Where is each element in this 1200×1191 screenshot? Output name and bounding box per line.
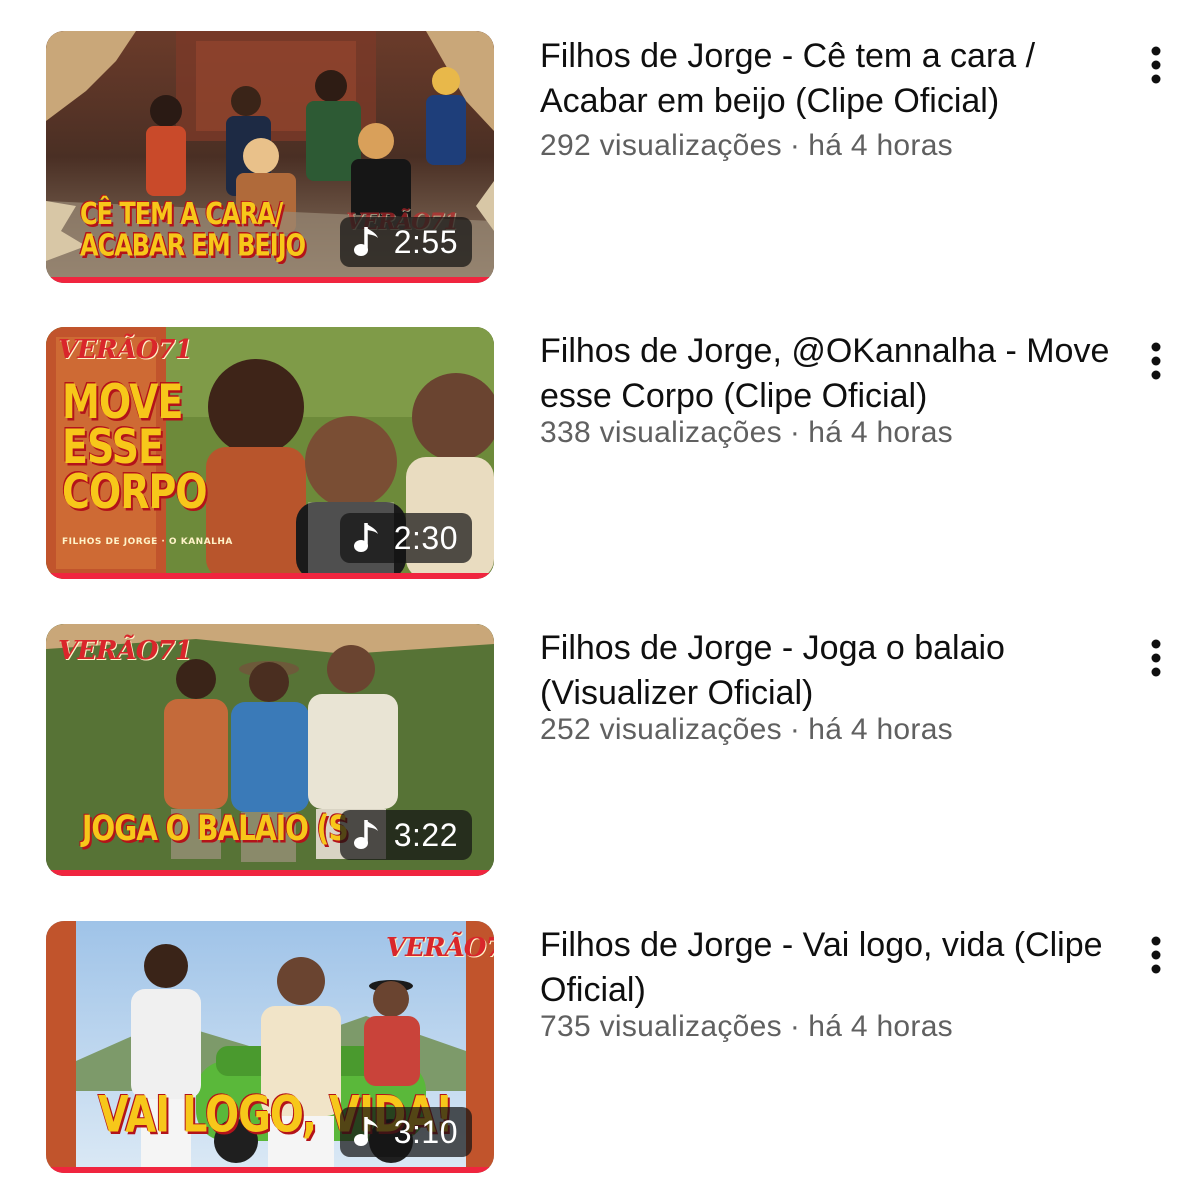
video-item[interactable]: VERÃO71 MOVE ESSE CORPO FILHOS DE JORGE … bbox=[0, 327, 1200, 597]
thumbnail-credits: FILHOS DE JORGE · O KANALHA bbox=[62, 537, 233, 547]
video-title[interactable]: Filhos de Jorge - Cê tem a cara / Acabar… bbox=[540, 34, 1130, 124]
view-count: 338 visualizações bbox=[540, 416, 782, 449]
upload-age: há 4 horas bbox=[808, 1010, 953, 1043]
separator: · bbox=[789, 416, 801, 449]
video-meta: Filhos de Jorge - Cê tem a cara / Acabar… bbox=[540, 34, 1130, 164]
video-stats: 292 visualizações · há 4 horas bbox=[540, 128, 1130, 164]
video-title[interactable]: Filhos de Jorge, @OKannalha - Move esse … bbox=[540, 329, 1130, 419]
watch-progress-bar bbox=[46, 573, 494, 579]
duration-text: 2:30 bbox=[393, 519, 458, 556]
video-item[interactable]: VERÃO71 VAI LOGO, VIDA! 3:10 Filhos de J… bbox=[0, 921, 1200, 1191]
duration-text: 3:10 bbox=[393, 1113, 458, 1150]
video-title[interactable]: Filhos de Jorge - Vai logo, vida (Clipe … bbox=[540, 923, 1130, 1013]
video-list: CÊ TEM A CARA/ ACABAR EM BEIJO VERÃO71 2… bbox=[0, 0, 1200, 1185]
thumbnail-caption: CÊ TEM A CARA/ ACABAR EM BEIJO bbox=[80, 196, 306, 263]
video-thumbnail[interactable]: VERÃO71 JOGA O BALAIO (S 3:22 bbox=[46, 624, 494, 876]
duration-text: 3:22 bbox=[393, 816, 458, 853]
separator: · bbox=[789, 1010, 801, 1043]
video-item[interactable]: VERÃO71 JOGA O BALAIO (S 3:22 Filhos de … bbox=[0, 624, 1200, 894]
upload-age: há 4 horas bbox=[808, 129, 953, 162]
video-thumbnail[interactable]: VERÃO71 MOVE ESSE CORPO FILHOS DE JORGE … bbox=[46, 327, 494, 579]
video-stats: 338 visualizações · há 4 horas bbox=[540, 415, 1130, 451]
video-title[interactable]: Filhos de Jorge - Joga o balaio (Visuali… bbox=[540, 626, 1130, 716]
view-count: 292 visualizações bbox=[540, 129, 782, 162]
more-vertical-icon bbox=[1151, 342, 1161, 380]
view-count: 252 visualizações bbox=[540, 713, 782, 746]
video-meta: Filhos de Jorge - Joga o balaio (Visuali… bbox=[540, 626, 1130, 748]
music-note-icon bbox=[353, 523, 378, 552]
duration-badge: 3:22 bbox=[339, 810, 472, 860]
more-options-button[interactable] bbox=[1136, 923, 1176, 987]
more-vertical-icon bbox=[1151, 639, 1161, 677]
upload-age: há 4 horas bbox=[808, 416, 953, 449]
thumbnail-caption: JOGA O BALAIO (S bbox=[82, 807, 349, 849]
thumbnail-logo: VERÃO71 bbox=[58, 335, 193, 365]
video-item[interactable]: CÊ TEM A CARA/ ACABAR EM BEIJO VERÃO71 2… bbox=[0, 31, 1200, 301]
separator: · bbox=[789, 713, 801, 746]
thumbnail-logo: VERÃO71 bbox=[386, 933, 494, 963]
watch-progress-bar bbox=[46, 277, 494, 283]
more-options-button[interactable] bbox=[1136, 329, 1176, 393]
duration-badge: 2:30 bbox=[339, 513, 472, 563]
video-meta: Filhos de Jorge - Vai logo, vida (Clipe … bbox=[540, 923, 1130, 1045]
thumbnail-caption: MOVE ESSE CORPO bbox=[62, 374, 208, 520]
view-count: 735 visualizações bbox=[540, 1010, 782, 1043]
duration-badge: 2:55 bbox=[339, 217, 472, 267]
separator: · bbox=[789, 129, 801, 162]
music-note-icon bbox=[353, 1117, 378, 1146]
upload-age: há 4 horas bbox=[808, 713, 953, 746]
video-thumbnail[interactable]: VERÃO71 VAI LOGO, VIDA! 3:10 bbox=[46, 921, 494, 1173]
more-vertical-icon bbox=[1151, 46, 1161, 84]
video-stats: 252 visualizações · há 4 horas bbox=[540, 712, 1130, 748]
music-note-icon bbox=[353, 820, 378, 849]
thumbnail-logo: VERÃO71 bbox=[58, 636, 193, 666]
watch-progress-bar bbox=[46, 1167, 494, 1173]
video-stats: 735 visualizações · há 4 horas bbox=[540, 1009, 1130, 1045]
more-vertical-icon bbox=[1151, 936, 1161, 974]
duration-text: 2:55 bbox=[393, 223, 458, 260]
music-note-icon bbox=[353, 227, 378, 256]
more-options-button[interactable] bbox=[1136, 33, 1176, 97]
video-meta: Filhos de Jorge, @OKannalha - Move esse … bbox=[540, 329, 1130, 451]
more-options-button[interactable] bbox=[1136, 626, 1176, 690]
video-thumbnail[interactable]: CÊ TEM A CARA/ ACABAR EM BEIJO VERÃO71 2… bbox=[46, 31, 494, 283]
watch-progress-bar bbox=[46, 870, 494, 876]
duration-badge: 3:10 bbox=[339, 1107, 472, 1157]
